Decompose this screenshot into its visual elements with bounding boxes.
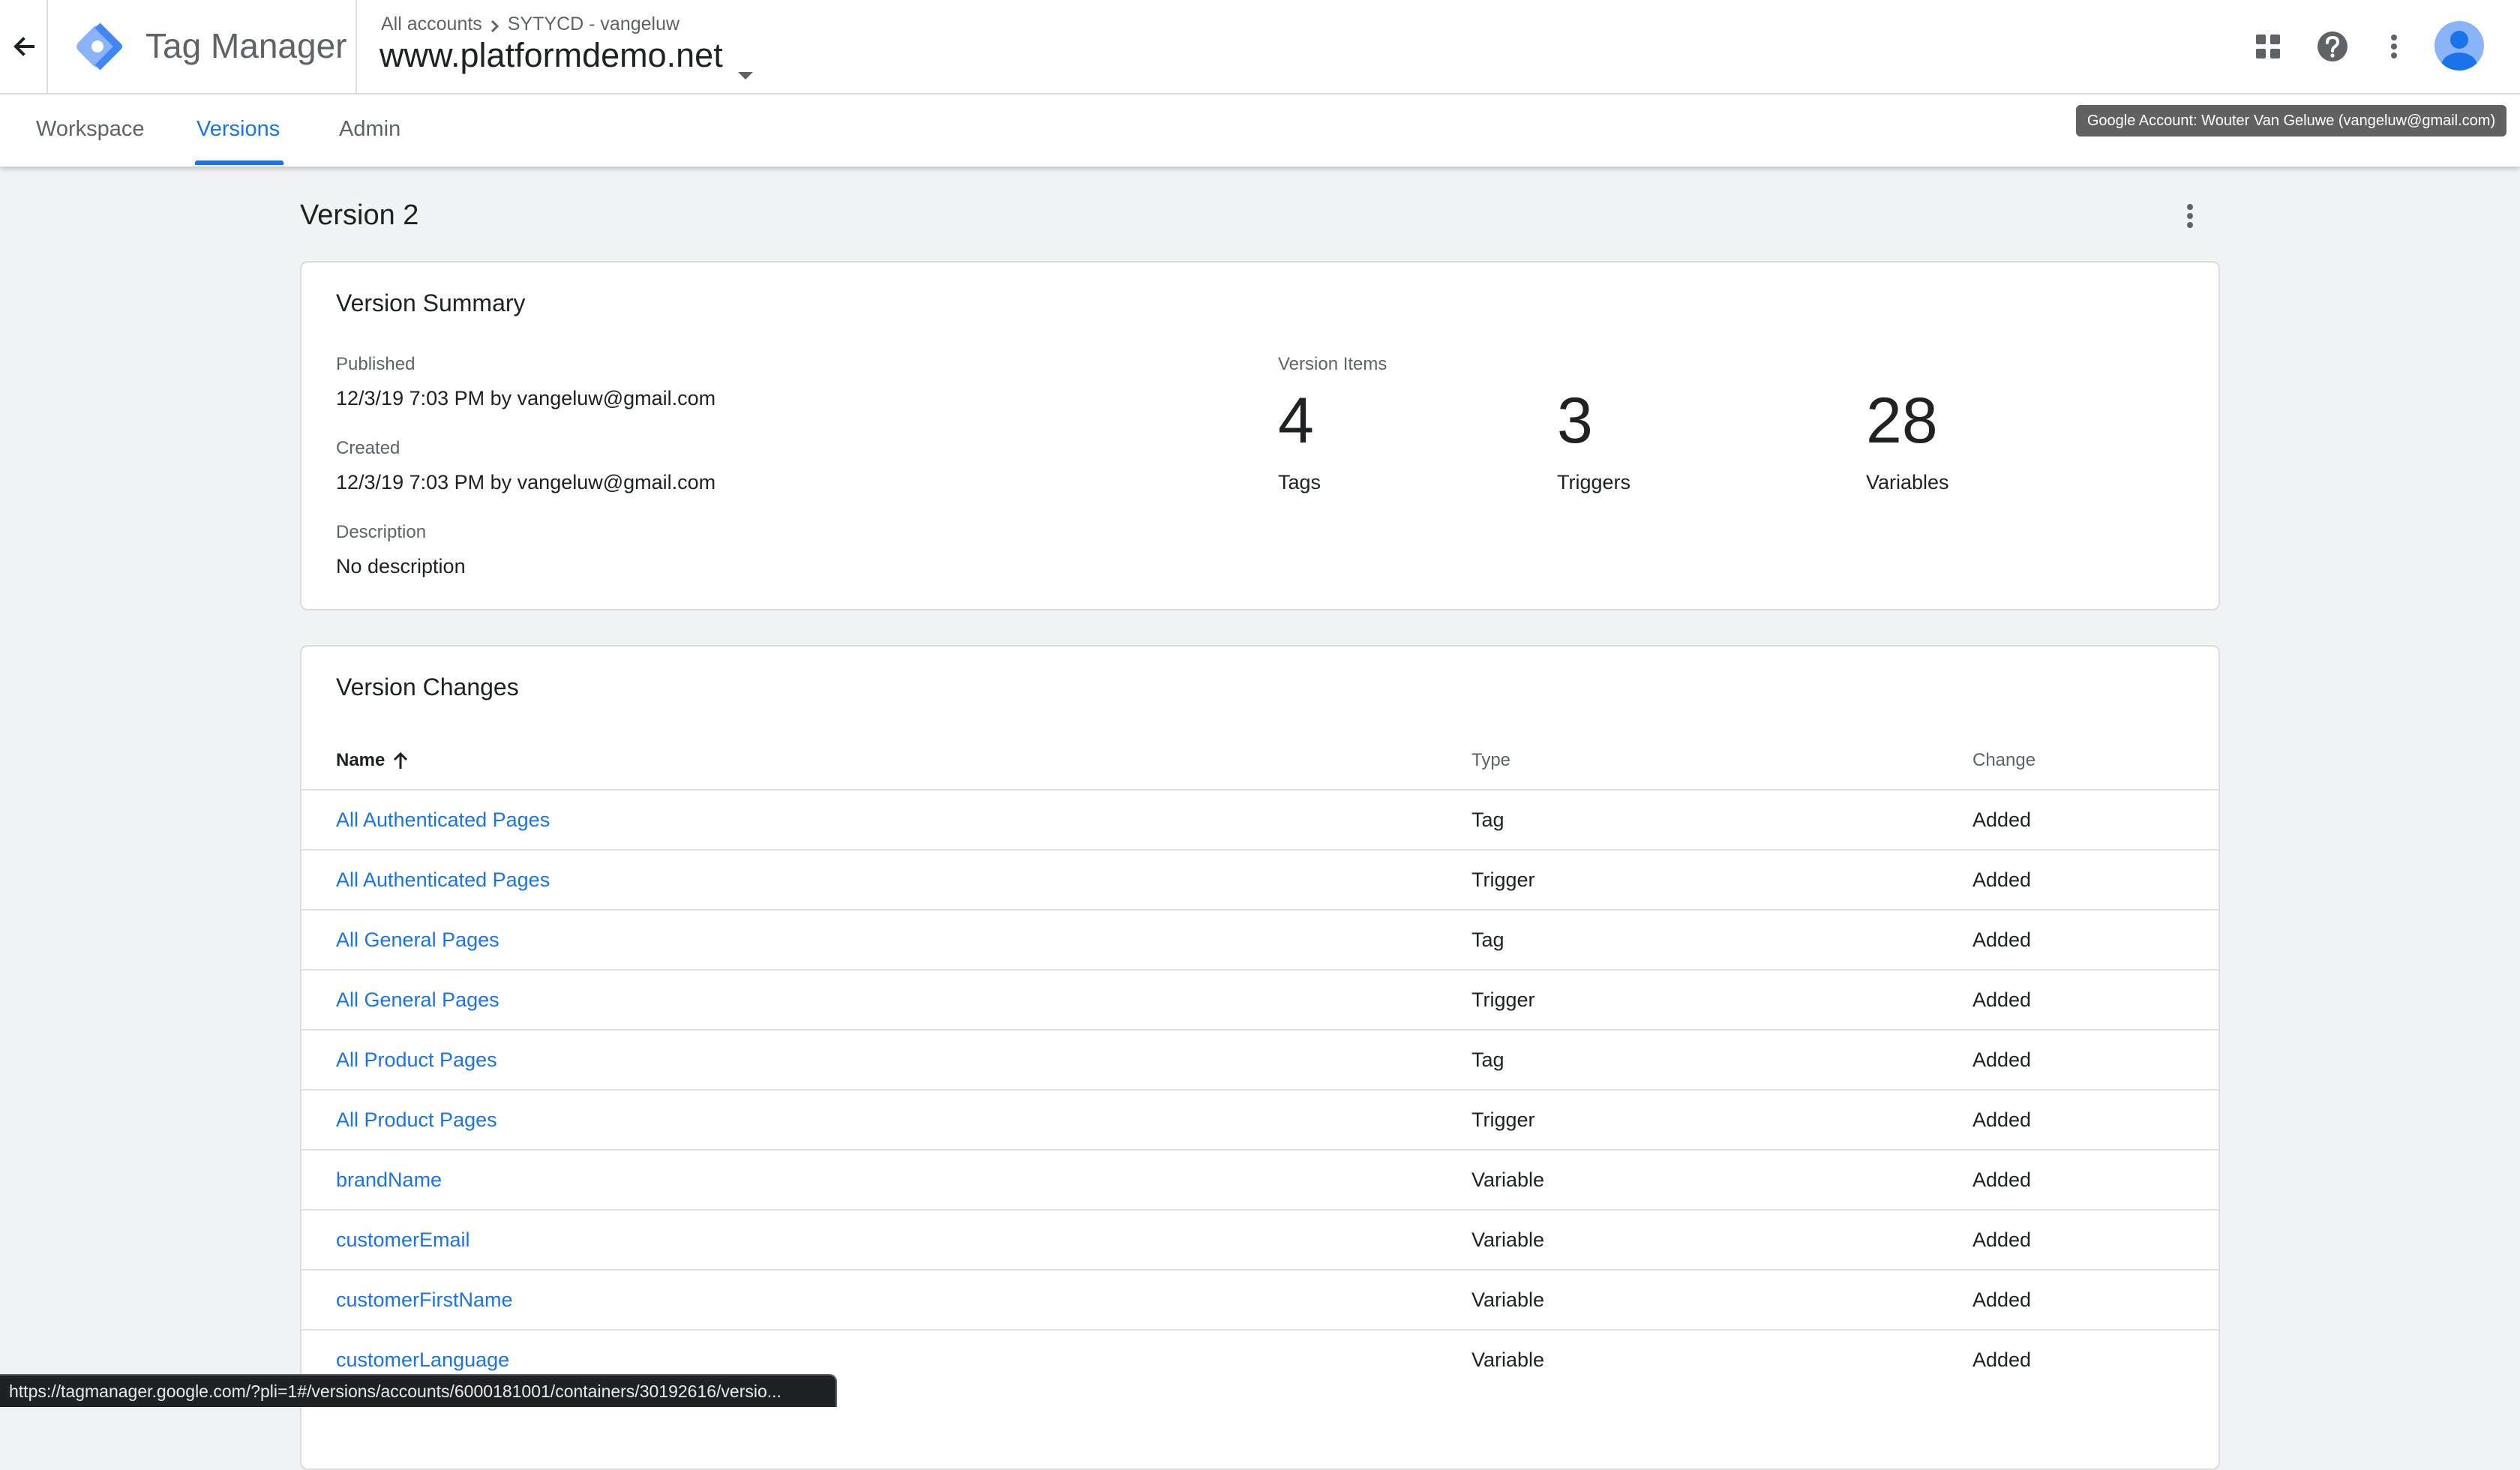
description-label: Description	[336, 522, 427, 542]
version-changes-card: Version Changes Name Type Change All Aut…	[300, 645, 2220, 1470]
table-row: All Authenticated Pages Trigger Added	[302, 849, 2218, 909]
tags-label: Tags	[1278, 471, 1322, 494]
apps-grid-icon[interactable]	[2252, 30, 2284, 63]
row-name-link[interactable]: All Product Pages	[336, 1030, 497, 1089]
app-title[interactable]: Tag Manager	[146, 26, 347, 66]
sort-arrow-up-icon[interactable]	[392, 751, 409, 770]
app-header: Tag Manager All accounts SYTYCD - vangel…	[0, 0, 2520, 94]
row-name-link[interactable]: All Authenticated Pages	[336, 790, 550, 849]
row-name-link[interactable]: All Authenticated Pages	[336, 850, 550, 909]
row-change: Added	[1972, 1108, 2032, 1131]
header-divider	[46, 0, 48, 93]
tags-count: 4	[1278, 385, 1314, 457]
row-name-link[interactable]: All General Pages	[336, 970, 500, 1029]
tag-manager-logo[interactable]	[72, 21, 123, 72]
row-change: Added	[1972, 1168, 2032, 1191]
variables-count: 28	[1866, 385, 1938, 457]
row-change: Added	[1972, 1348, 2032, 1371]
row-type: Tag	[1472, 1048, 1504, 1071]
row-change: Added	[1972, 868, 2032, 891]
column-header-name[interactable]: Name	[336, 750, 409, 771]
breadcrumb-all-accounts[interactable]: All accounts	[381, 14, 482, 35]
row-name-link[interactable]: customerFirstName	[336, 1270, 513, 1329]
row-change: Added	[1972, 808, 2032, 831]
row-type: Trigger	[1472, 1108, 1535, 1131]
table-row: All Product Pages Trigger Added	[302, 1089, 2218, 1149]
row-type: Tag	[1472, 808, 1504, 831]
dropdown-arrow-icon[interactable]	[736, 50, 754, 80]
changes-table: All Authenticated Pages Tag Added All Au…	[302, 789, 2218, 1389]
table-row: All General Pages Tag Added	[302, 909, 2218, 969]
row-name-link[interactable]: All General Pages	[336, 910, 500, 969]
published-value: 12/3/19 7:03 PM by vangeluw@gmail.com	[336, 387, 716, 410]
more-vert-icon[interactable]	[2378, 30, 2410, 63]
row-change: Added	[1972, 928, 2032, 951]
description-value: No description	[336, 555, 466, 578]
active-tab-indicator	[195, 160, 284, 165]
created-label: Created	[336, 438, 400, 458]
account-avatar[interactable]	[2434, 21, 2484, 70]
version-summary-card: Version Summary Published 12/3/19 7:03 P…	[300, 261, 2220, 610]
header-divider	[356, 0, 357, 93]
column-header-change[interactable]: Change	[1972, 750, 2036, 771]
table-row: brandName Variable Added	[302, 1149, 2218, 1209]
row-change: Added	[1972, 1228, 2032, 1251]
version-changes-title: Version Changes	[336, 674, 519, 700]
row-type: Tag	[1472, 928, 1504, 951]
version-actions-more-vert-icon[interactable]	[2175, 200, 2205, 232]
triggers-label: Triggers	[1557, 471, 1631, 494]
row-type: Variable	[1472, 1228, 1545, 1251]
triggers-count: 3	[1557, 385, 1593, 457]
version-items-label: Version Items	[1278, 354, 1388, 374]
page-title: Version 2	[300, 200, 419, 231]
tab-workspace[interactable]: Workspace	[36, 117, 145, 142]
chevron-right-icon	[490, 17, 500, 32]
row-type: Variable	[1472, 1288, 1545, 1311]
published-label: Published	[336, 354, 416, 374]
row-change: Added	[1972, 988, 2032, 1011]
row-type: Variable	[1472, 1348, 1545, 1371]
row-name-link[interactable]: brandName	[336, 1150, 442, 1209]
table-row: customerFirstName Variable Added	[302, 1269, 2218, 1329]
row-name-link[interactable]: All Product Pages	[336, 1090, 497, 1149]
help-icon[interactable]	[2316, 30, 2349, 63]
container-selector[interactable]: www.platformdemo.net	[380, 36, 754, 80]
container-name[interactable]: www.platformdemo.net	[380, 36, 723, 75]
arrow-back-icon[interactable]	[10, 30, 38, 63]
created-value: 12/3/19 7:03 PM by vangeluw@gmail.com	[336, 471, 716, 494]
row-change: Added	[1972, 1288, 2032, 1311]
row-change: Added	[1972, 1048, 2032, 1071]
table-row: All General Pages Trigger Added	[302, 969, 2218, 1029]
row-type: Variable	[1472, 1168, 1545, 1191]
breadcrumb: All accounts SYTYCD - vangeluw	[381, 14, 680, 35]
tab-versions[interactable]: Versions	[196, 117, 280, 142]
link-status-bar: https://tagmanager.google.com/?pli=1#/ve…	[0, 1374, 837, 1407]
table-row: All Product Pages Tag Added	[302, 1029, 2218, 1089]
row-type: Trigger	[1472, 868, 1535, 891]
breadcrumb-account[interactable]: SYTYCD - vangeluw	[508, 14, 680, 35]
variables-label: Variables	[1866, 471, 1949, 494]
row-name-link[interactable]: customerEmail	[336, 1210, 470, 1269]
row-type: Trigger	[1472, 988, 1535, 1011]
version-summary-title: Version Summary	[336, 290, 526, 316]
column-header-type[interactable]: Type	[1472, 750, 1510, 771]
account-tooltip: Google Account: Wouter Van Geluwe (vange…	[2076, 105, 2506, 136]
table-row: All Authenticated Pages Tag Added	[302, 789, 2218, 849]
table-row: customerEmail Variable Added	[302, 1209, 2218, 1269]
tab-admin[interactable]: Admin	[339, 117, 400, 142]
